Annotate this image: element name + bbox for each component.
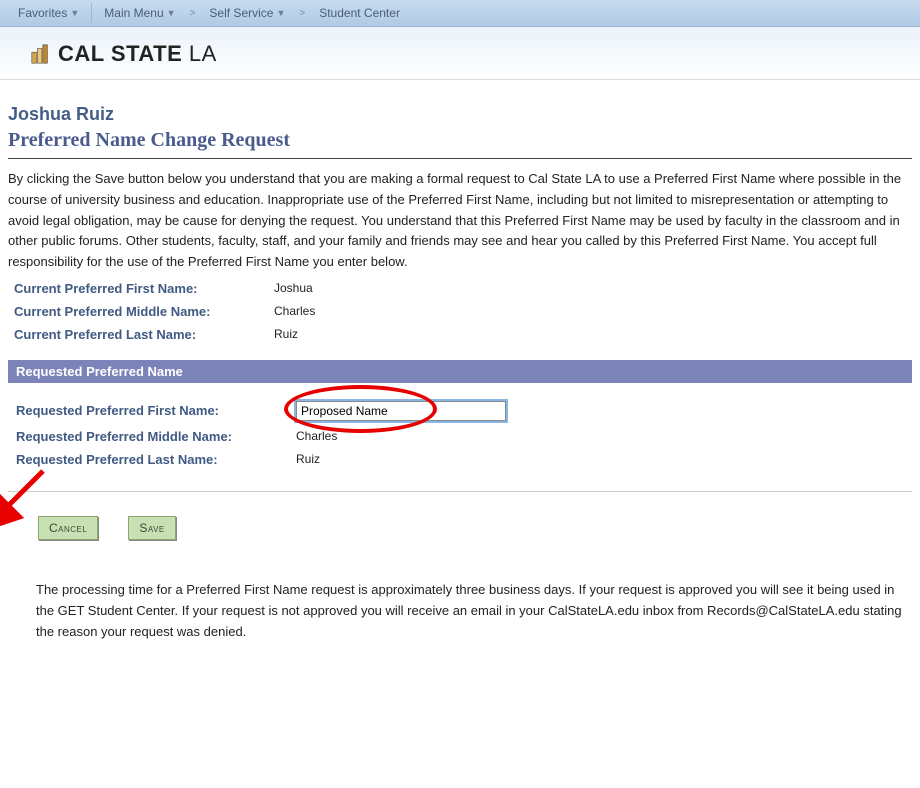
requested-first-label: Requested Preferred First Name: bbox=[8, 403, 296, 418]
nav-favorites[interactable]: Favorites ▼ bbox=[8, 0, 89, 26]
nav-main-menu-label: Main Menu bbox=[104, 6, 163, 20]
current-last-label: Current Preferred Last Name: bbox=[14, 327, 274, 342]
logo-band: CAL STATE LA bbox=[0, 27, 920, 80]
nav-divider bbox=[91, 3, 92, 23]
requested-names-block: Requested Preferred First Name: Requeste… bbox=[8, 383, 912, 481]
content-area: Joshua Ruiz Preferred Name Change Reques… bbox=[0, 80, 920, 672]
top-nav: Favorites ▼ Main Menu ▼ > Self Service ▼… bbox=[0, 0, 920, 27]
requested-middle-row: Requested Preferred Middle Name: Charles bbox=[8, 429, 912, 444]
requested-section-header: Requested Preferred Name bbox=[8, 360, 912, 383]
nav-self-service-label: Self Service bbox=[209, 6, 273, 20]
requested-last-label: Requested Preferred Last Name: bbox=[8, 452, 296, 467]
requested-middle-value: Charles bbox=[296, 429, 337, 443]
caret-down-icon: ▼ bbox=[70, 8, 79, 18]
current-names-block: Current Preferred First Name: Joshua Cur… bbox=[14, 281, 912, 342]
nav-student-center-label: Student Center bbox=[319, 6, 400, 20]
divider-line bbox=[8, 491, 912, 492]
button-row: Cancel Save bbox=[38, 516, 912, 540]
current-middle-label: Current Preferred Middle Name: bbox=[14, 304, 274, 319]
nav-self-service[interactable]: Self Service ▼ bbox=[199, 0, 295, 26]
current-last-value: Ruiz bbox=[274, 327, 298, 341]
current-middle-value: Charles bbox=[274, 304, 315, 318]
breadcrumb-separator-icon: > bbox=[295, 8, 309, 19]
student-name: Joshua Ruiz bbox=[8, 104, 912, 125]
logo-text: CAL STATE LA bbox=[58, 41, 217, 67]
current-last-row: Current Preferred Last Name: Ruiz bbox=[14, 327, 912, 342]
requested-first-row: Requested Preferred First Name: bbox=[8, 401, 912, 421]
requested-last-row: Requested Preferred Last Name: Ruiz bbox=[8, 452, 912, 467]
processing-note: The processing time for a Preferred Firs… bbox=[36, 580, 912, 642]
disclaimer-text: By clicking the Save button below you un… bbox=[8, 169, 912, 273]
caret-down-icon: ▼ bbox=[276, 8, 285, 18]
building-icon bbox=[30, 43, 52, 65]
current-middle-row: Current Preferred Middle Name: Charles bbox=[14, 304, 912, 319]
caret-down-icon: ▼ bbox=[167, 8, 176, 18]
current-first-label: Current Preferred First Name: bbox=[14, 281, 274, 296]
nav-main-menu[interactable]: Main Menu ▼ bbox=[94, 0, 185, 26]
current-first-row: Current Preferred First Name: Joshua bbox=[14, 281, 912, 296]
requested-last-value: Ruiz bbox=[296, 452, 320, 466]
nav-student-center[interactable]: Student Center bbox=[309, 0, 410, 26]
cancel-button[interactable]: Cancel bbox=[38, 516, 98, 540]
save-button[interactable]: Save bbox=[128, 516, 175, 540]
current-first-value: Joshua bbox=[274, 281, 313, 295]
requested-middle-label: Requested Preferred Middle Name: bbox=[8, 429, 296, 444]
breadcrumb-separator-icon: > bbox=[186, 8, 200, 19]
logo-bold: CAL STATE bbox=[58, 41, 182, 66]
page-title: Preferred Name Change Request bbox=[8, 129, 912, 159]
nav-favorites-label: Favorites bbox=[18, 6, 67, 20]
requested-first-input[interactable] bbox=[296, 401, 506, 421]
logo-thin: LA bbox=[182, 41, 217, 66]
